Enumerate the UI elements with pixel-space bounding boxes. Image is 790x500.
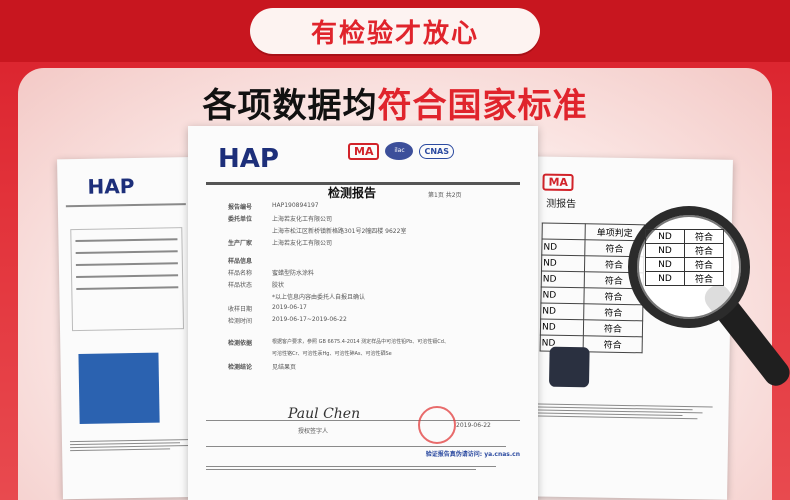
field-label: 生产厂家 <box>228 240 253 247</box>
top-banner: 有检验才放心 <box>250 8 540 54</box>
right-doc-logos: MA <box>542 171 575 192</box>
report-fields: 报告编号 HAP190894197 委托单位 上海若友化工有限公司 上海市松江区新桥… <box>228 202 518 374</box>
banner-text: 有检验才放心 <box>310 18 479 49</box>
field-label: 检测时间 <box>228 318 253 325</box>
table-cell: ND <box>540 287 585 304</box>
field-label <box>228 350 272 362</box>
table-cell: ND <box>540 303 584 320</box>
table-cell: 符合 <box>583 303 643 321</box>
field-label: 报告编号 <box>228 204 253 211</box>
field-value: 上海若友化工有限公司 <box>272 240 333 247</box>
field-label: 样品状态 <box>228 282 253 289</box>
right-doc-table: 单项判定 ND 符合 ND 符合 ND 符合 ND 符合 ND 符合 ND 符合 ND 符合 <box>540 223 645 354</box>
field-label <box>228 226 272 238</box>
left-doc-footer-lines <box>69 437 200 453</box>
field-value: *以上信息内容由委托人自报且确认 <box>272 294 366 301</box>
field-label: 检测依据 <box>228 340 253 347</box>
magnifier-glass: ND 符合 ND 符合 ND 符合 ND 符合 <box>628 206 750 328</box>
field-value: 见结果页 <box>272 364 297 371</box>
mag-cell: 符合 <box>684 257 724 272</box>
headline-part2: 符合国家标准 <box>377 86 588 126</box>
field-label: 收样日期 <box>228 306 253 313</box>
official-stamp <box>418 406 456 444</box>
table-cell: ND <box>541 255 585 272</box>
headline-part1: 各项数据均 <box>202 86 378 126</box>
right-doc-title: 测报告 <box>546 198 577 211</box>
table-cell: 符合 <box>583 335 643 353</box>
cnas-logo: CNAS <box>419 143 454 159</box>
field-value: 胶状 <box>272 282 285 289</box>
field-label: 委托单位 <box>228 216 253 223</box>
left-doc-photo <box>78 352 160 424</box>
field-value: 2019-06-17~2019-06-22 <box>272 316 347 323</box>
field-label: 样品名称 <box>228 270 253 277</box>
mag-cell: ND <box>645 271 685 286</box>
left-doc-table <box>70 227 185 332</box>
signature: Paul Chen <box>288 406 361 422</box>
field-label <box>228 292 272 304</box>
mag-cell: ND <box>645 257 685 272</box>
center-report-document: HAP MA ilac CNAS 检测报告 第1页 共2页 报告编号 HAP190… <box>188 126 538 500</box>
report-page-number: 第1页 共2页 <box>428 192 462 199</box>
field-value: 可溶性铬Cr、可溶性汞Hg、可溶性砷As、可溶性硒Se <box>272 351 392 357</box>
mag-cell: 符合 <box>684 243 724 258</box>
table-cell: ND <box>541 239 586 256</box>
right-doc-lines <box>532 401 713 421</box>
report-date: 2019-06-22 <box>456 422 491 429</box>
field-value: 根据客户要求，参照 GB 6675.4-2014 测定样品中可溶性铅Pb、可溶性… <box>272 339 449 345</box>
verify-footer: 验证报告真伪请访问: ya.cnas.cn <box>425 451 520 458</box>
field-value: 上海市松江区新桥镇新格路301号2幢四楼 9622室 <box>272 228 407 235</box>
field-value: 上海若友化工有限公司 <box>272 216 333 223</box>
mag-cell: ND <box>645 229 685 244</box>
field-label: 样品信息 <box>228 258 253 265</box>
left-doc-lines <box>65 201 196 209</box>
page-headline: 各项数据均符合国家标准 <box>0 78 790 127</box>
ma-logo: MA <box>348 142 380 160</box>
field-value: 2019-06-17 <box>272 304 307 311</box>
mag-cell: 符合 <box>684 271 724 286</box>
table-cell: 符合 <box>583 319 643 337</box>
signature-label: 授权签字人 <box>298 428 329 435</box>
field-label: 检测结论 <box>228 364 253 371</box>
right-doc-photo <box>548 346 590 388</box>
center-doc-footer: 验证报告真伪请访问: ya.cnas.cn <box>206 444 520 472</box>
center-cert-logos: MA ilac CNAS <box>348 142 454 160</box>
table-cell: ND <box>540 319 584 336</box>
ilac-badge-icon: ilac <box>385 142 414 160</box>
magnified-table: ND 符合 ND 符合 ND 符合 ND 符合 <box>645 229 724 286</box>
field-value: HAP190894197 <box>272 202 319 209</box>
table-cell: ND <box>541 271 585 288</box>
center-hap-logo: HAP <box>218 144 279 174</box>
mag-cell: 符合 <box>684 229 724 244</box>
field-value: 蜜蜡型防水涂料 <box>272 270 315 277</box>
mag-cell: ND <box>645 243 685 258</box>
right-ma-logo: MA <box>542 173 575 192</box>
left-hap-logo: HAP <box>87 173 135 199</box>
report-title: 检测报告 <box>328 186 377 200</box>
